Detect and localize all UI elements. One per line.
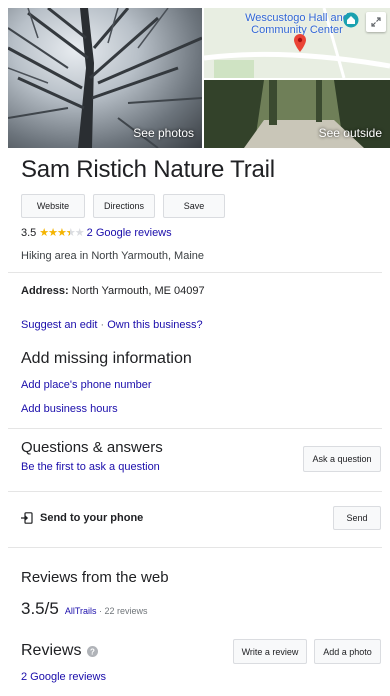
send-to-phone-icon <box>21 512 33 524</box>
send-button[interactable]: Send <box>333 506 381 530</box>
ask-question-button[interactable]: Ask a question <box>303 446 381 472</box>
see-photos-label: See photos <box>133 126 194 140</box>
web-reviews-heading: Reviews from the web <box>21 569 169 586</box>
outside-photo[interactable]: See outside <box>204 80 390 148</box>
svg-text:?: ? <box>91 647 96 656</box>
expand-icon[interactable] <box>366 12 386 32</box>
web-review-row: 3.5/5 AllTrails · 22 reviews <box>21 599 148 619</box>
send-to-phone-row[interactable]: Send to your phone <box>21 512 143 524</box>
address-row: Address: North Yarmouth, ME 04097 <box>21 285 205 297</box>
add-photo-button[interactable]: Add a photo <box>314 639 381 664</box>
reviews-header: Reviews ? <box>21 642 99 660</box>
web-review-source: AllTrails · 22 reviews <box>65 606 148 616</box>
web-review-score: 3.5/5 <box>21 599 59 618</box>
help-icon[interactable]: ? <box>87 645 99 657</box>
own-business-link[interactable]: Own this business? <box>107 319 202 331</box>
divider <box>8 272 382 273</box>
map-thumbnail[interactable]: Wescustogo Hall and Community Center <box>204 8 390 78</box>
address-value: North Yarmouth, ME 04097 <box>71 285 205 297</box>
add-hours-link[interactable]: Add business hours <box>21 403 118 415</box>
reviews-heading: Reviews <box>21 642 82 659</box>
rating-stars: ★★★★★★ <box>39 227 84 239</box>
edit-links: Suggest an edit · Own this business? <box>21 319 203 331</box>
divider <box>8 428 382 429</box>
divider <box>8 547 382 548</box>
expand-arrows <box>371 17 381 27</box>
website-button[interactable]: Website <box>21 194 85 218</box>
suggest-edit-link[interactable]: Suggest an edit <box>21 319 97 331</box>
first-question-link[interactable]: Be the first to ask a question <box>21 461 160 473</box>
directions-button[interactable]: Directions <box>93 194 155 218</box>
place-title: Sam Ristich Nature Trail <box>21 156 275 183</box>
map-pin-icon <box>294 34 306 52</box>
google-reviews-link-bottom[interactable]: 2 Google reviews <box>21 671 106 683</box>
add-phone-link[interactable]: Add place's phone number <box>21 379 152 391</box>
alltrails-link[interactable]: AllTrails <box>65 606 97 616</box>
divider <box>8 491 382 492</box>
photo-strip: See photos Wescustogo Hall and Community… <box>8 8 390 148</box>
edit-separator: · <box>97 319 108 331</box>
missing-info-heading: Add missing information <box>21 350 192 367</box>
google-reviews-link[interactable]: 2 Google reviews <box>87 227 172 239</box>
qa-heading: Questions & answers <box>21 439 163 456</box>
see-outside-label: See outside <box>318 126 382 140</box>
web-review-count: · 22 reviews <box>96 606 148 616</box>
write-review-button[interactable]: Write a review <box>233 639 307 664</box>
place-category: Hiking area in North Yarmouth, Maine <box>21 250 205 262</box>
save-button[interactable]: Save <box>163 194 225 218</box>
rating-row: 3.5 ★★★★★★ 2 Google reviews <box>21 226 172 240</box>
rating-value: 3.5 <box>21 226 37 239</box>
send-to-phone-label: Send to your phone <box>40 512 144 524</box>
address-label: Address: <box>21 285 69 297</box>
main-photo[interactable]: See photos <box>8 8 202 148</box>
building-icon <box>343 12 359 28</box>
